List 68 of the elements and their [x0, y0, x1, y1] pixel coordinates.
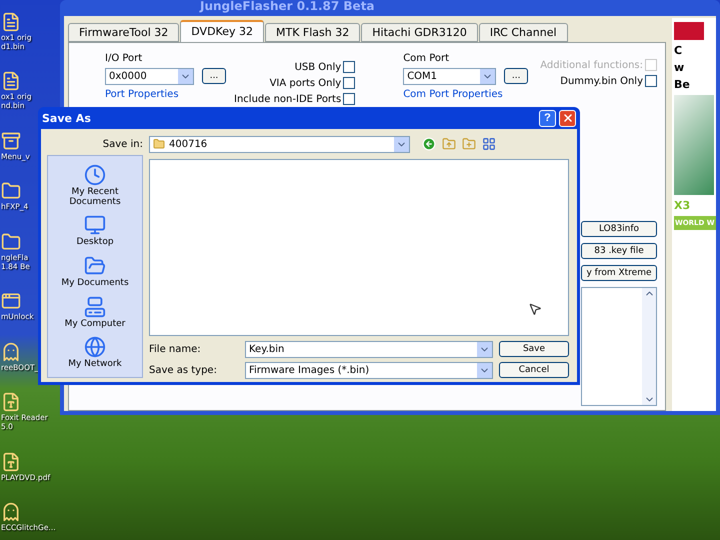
- action-button[interactable]: 83 .key file: [581, 243, 657, 259]
- back-icon[interactable]: [422, 137, 436, 151]
- tab[interactable]: MTK Flash 32: [265, 23, 360, 42]
- recent-icon: [84, 164, 106, 186]
- pdf-icon[interactable]: [1, 452, 21, 472]
- pointer-icon: [528, 302, 542, 316]
- archive-icon[interactable]: [1, 130, 21, 151]
- place-item[interactable]: My Documents: [51, 254, 139, 288]
- action-button[interactable]: LO83info: [581, 221, 657, 237]
- help-button[interactable]: ?: [539, 110, 556, 126]
- checkbox[interactable]: [343, 61, 356, 73]
- scrollbar[interactable]: [642, 288, 656, 405]
- com-port-dropdown[interactable]: COM1: [403, 68, 496, 85]
- close-button[interactable]: [559, 110, 576, 126]
- com-port-label: Com Port: [403, 53, 450, 64]
- tab[interactable]: Hitachi GDR3120: [361, 23, 478, 42]
- tab[interactable]: DVDKey 32: [180, 20, 264, 42]
- computer-icon: [84, 296, 106, 318]
- save-in-label: Save in:: [102, 138, 143, 150]
- checkbox[interactable]: [343, 77, 356, 89]
- group-title: Com Port Properties: [403, 89, 504, 100]
- window-title: JungleFlasher 0.1.87 Beta: [198, 0, 376, 15]
- save-in-dropdown[interactable]: 400716: [149, 136, 410, 152]
- dialog-title: Save As: [42, 112, 92, 124]
- ad-text: w: [674, 61, 684, 74]
- creature-icon[interactable]: [1, 502, 21, 522]
- io-port-dropdown[interactable]: 0x0000: [105, 68, 194, 85]
- save-as-type-dropdown[interactable]: Firmware Images (*.bin): [245, 362, 493, 378]
- folder-icon: [153, 138, 165, 150]
- cancel-button[interactable]: Cancel: [499, 362, 569, 378]
- checkbox-label: USB Only: [294, 62, 342, 72]
- desktop-icon: [84, 214, 106, 236]
- group-title: Port Properties: [105, 89, 180, 100]
- folder-icon[interactable]: [1, 232, 21, 252]
- views-icon[interactable]: [482, 137, 496, 151]
- action-button[interactable]: y from Xtreme: [581, 265, 657, 281]
- checkbox-label: Include non-IDE Ports: [234, 94, 342, 104]
- folder-icon[interactable]: [1, 181, 21, 202]
- ad-text: Be: [674, 78, 690, 91]
- browse-button[interactable]: ...: [202, 68, 226, 84]
- ad-brand: X3: [674, 199, 690, 212]
- io-port-label: I/O Port: [105, 53, 144, 64]
- save-button[interactable]: Save: [499, 341, 569, 357]
- file-icon[interactable]: [1, 12, 21, 32]
- checkbox[interactable]: [343, 93, 356, 105]
- checkbox-label: VIA ports Only: [270, 78, 342, 88]
- place-item[interactable]: Desktop: [51, 214, 139, 248]
- place-item[interactable]: My Network: [51, 336, 139, 370]
- checkbox-label: Dummy.bin Only: [560, 76, 643, 86]
- creature-icon[interactable]: [1, 342, 21, 362]
- logo-icon: [674, 22, 704, 40]
- checkbox[interactable]: [645, 75, 657, 87]
- file-name-label: File name:: [149, 344, 202, 354]
- documents-icon: [84, 254, 106, 277]
- ad-text: C: [674, 44, 682, 57]
- tab[interactable]: FirmwareTool 32: [68, 23, 180, 42]
- file-name-field[interactable]: Key.bin: [245, 340, 493, 358]
- tab[interactable]: IRC Channel: [478, 23, 568, 42]
- browse-button[interactable]: ...: [504, 68, 528, 84]
- app-icon[interactable]: [1, 392, 21, 412]
- window-icon[interactable]: [1, 291, 21, 312]
- file-icon[interactable]: [1, 71, 21, 92]
- close-icon: [562, 112, 574, 124]
- network-icon: [84, 336, 106, 358]
- checkbox-label: Additional functions:: [540, 60, 643, 70]
- place-item[interactable]: My Recent Documents: [51, 164, 139, 207]
- place-item[interactable]: My Computer: [51, 296, 139, 329]
- save-as-type-label: Save as type:: [149, 364, 218, 376]
